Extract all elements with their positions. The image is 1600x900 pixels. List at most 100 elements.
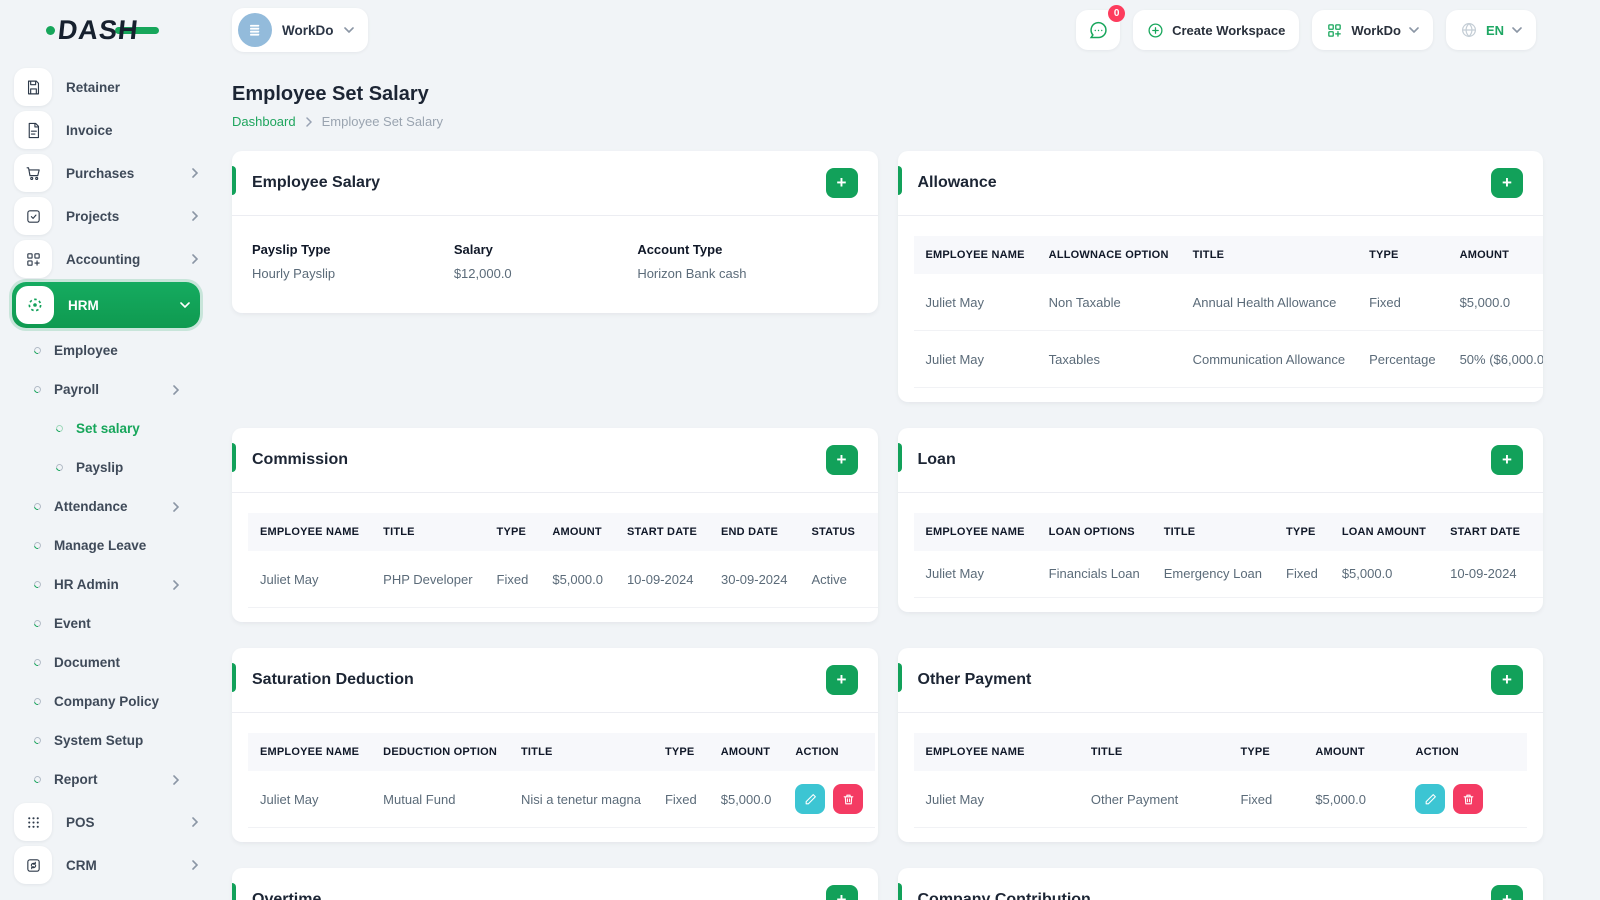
card-title: Allowance [917,174,997,191]
bullet-icon [32,384,43,395]
table-cell: 10-09-2024 [614,551,709,608]
bullet-icon [32,501,43,512]
chevron-right-icon [173,579,179,590]
commission-card: Commission + EMPLOYEE NAME TITLE TYPE AMOUN… [232,428,878,622]
sidebar-item-company-policy[interactable]: Company Policy [0,682,212,721]
column-header: ACTION [783,733,876,771]
topbar: DASH WorkDo 0 Create Workspace WorkDo EN [0,0,1600,60]
sidebar-item-payroll[interactable]: Payroll [0,370,212,409]
sidebar-item-hr-admin[interactable]: HR Admin [0,565,212,604]
sidebar-item-label: Accounting [66,251,141,267]
card-header: Other Payment + [897,648,1543,713]
table-cell: Financials Loan [1036,551,1152,598]
column-header: TYPE [652,733,709,771]
add-overtime-button[interactable]: + [825,885,858,900]
sidebar-item-retainer[interactable]: Retainer [14,67,198,107]
sidebar-item-employee[interactable]: Employee [0,331,212,370]
table-row: Juliet May PHP Developer Fixed $5,000.0 10-0… [248,551,878,608]
delete-button[interactable] [1453,784,1484,814]
table-cell: Mutual Fund [371,771,509,828]
card-header: Employee Salary + [232,151,878,216]
bullet-icon [32,735,43,746]
grid-plus-icon [14,240,52,278]
table-cell: Juliet May [913,551,1037,598]
language-selector[interactable]: EN [1445,10,1536,50]
sidebar-item-invoice[interactable]: Invoice [14,110,198,150]
chevron-right-icon [192,168,198,178]
column-header: ALLOWNACE OPTION [1036,236,1181,274]
bullet-icon [32,657,43,668]
card-header: Company Contribution + [897,868,1544,900]
column-header: EMPLOYEE NAME [248,733,372,771]
table-cell [867,551,878,608]
workspace-selector[interactable]: WorkDo [232,8,368,52]
add-other-payment-button[interactable]: + [1491,665,1523,695]
trash-icon [1463,794,1474,804]
table-cell [783,771,876,828]
sidebar-item-label: Attendance [54,499,128,514]
sidebar-item-pos[interactable]: POS [14,802,198,842]
table-row: Juliet May Mutual Fund Nisi a tenetur magn… [248,771,876,828]
sidebar-item-accounting[interactable]: Accounting [14,239,198,279]
chevron-down-icon [343,27,354,33]
chevron-down-icon [1512,27,1522,33]
column-header: LOAN AMOUNT [1329,513,1439,551]
edit-button[interactable] [1415,784,1446,814]
sidebar-item-label: HR Admin [54,577,119,592]
column-header: AMOUNT [1303,733,1404,771]
add-allowance-button[interactable]: + [1491,168,1523,198]
invoice-icon [14,111,52,149]
table-cell: Juliet May [913,330,1037,388]
table-cell: $5,000.0 [1447,274,1543,331]
sidebar-item-crm[interactable]: CRM [14,845,198,885]
sidebar-item-report[interactable]: Report [0,760,212,799]
sidebar-item-label: CRM [66,857,97,873]
chevron-right-icon [192,211,198,221]
column-header: TITLE [1180,236,1358,274]
breadcrumb-dashboard-link[interactable]: Dashboard [232,114,296,129]
delete-button[interactable] [833,784,864,814]
create-workspace-label: Create Workspace [1172,22,1286,38]
card-title: Employee Salary [252,174,381,191]
breadcrumb: Dashboard Employee Set Salary [232,114,1543,129]
sidebar-item-document[interactable]: Document [0,643,212,682]
field-label: Account Type [637,242,723,257]
cart-icon [14,154,52,192]
sidebar-item-payslip[interactable]: Payslip [0,448,212,487]
table-cell: Juliet May [913,274,1037,331]
loan-card: Loan + EMPLOYEE NAME LOAN OPTIONS TITLE TYP… [897,428,1543,612]
card-title: Company Contribution [917,891,1091,900]
logo-dot-icon [46,26,55,35]
sidebar-item-label: Set salary [76,421,140,436]
table-cell: Taxables [1036,330,1181,388]
other-payment-card: Other Payment + EMPLOYEE NAME TITLE TYPE AM… [897,648,1543,842]
card-title: Overtime [252,891,322,900]
sidebar-item-purchases[interactable]: Purchases [14,153,198,193]
app-logo[interactable]: DASH [46,15,159,46]
edit-button[interactable] [795,784,826,814]
add-loan-button[interactable]: + [1491,445,1523,475]
sidebar-item-attendance[interactable]: Attendance [0,487,212,526]
loan-table: EMPLOYEE NAME LOAN OPTIONS TITLE TYPE LOAN A… [898,493,1543,612]
add-saturation-deduction-button[interactable]: + [825,665,858,695]
create-workspace-button[interactable]: Create Workspace [1133,10,1300,50]
add-commission-button[interactable]: + [825,445,858,475]
sidebar-item-manage-leave[interactable]: Manage Leave [0,526,212,565]
saturation-deduction-table: EMPLOYEE NAME DEDUCTION OPTION TITLE TYPE AM… [232,713,878,842]
messages-button[interactable]: 0 [1076,5,1126,50]
table-cell: Fixed [652,771,709,828]
cards-grid: Employee Salary + Payslip Type Hourly Pa… [232,151,1543,900]
sidebar-item-label: Retainer [66,79,121,95]
column-header: EMPLOYEE NAME [248,513,372,551]
add-company-contribution-button[interactable]: + [1491,885,1523,900]
sidebar-item-label: Company Policy [54,694,160,709]
sidebar-item-projects[interactable]: Projects [14,196,198,236]
bullet-icon [54,423,65,434]
sidebar-item-event[interactable]: Event [0,604,212,643]
sidebar-item-hrm[interactable]: HRM [12,282,200,328]
sidebar-item-set-salary[interactable]: Set salary [0,409,212,448]
sidebar-item-system-setup[interactable]: System Setup [0,721,212,760]
card-header: Loan + [897,428,1543,493]
workspace-menu-button[interactable]: WorkDo [1312,10,1433,50]
add-employee-salary-button[interactable]: + [825,168,858,198]
